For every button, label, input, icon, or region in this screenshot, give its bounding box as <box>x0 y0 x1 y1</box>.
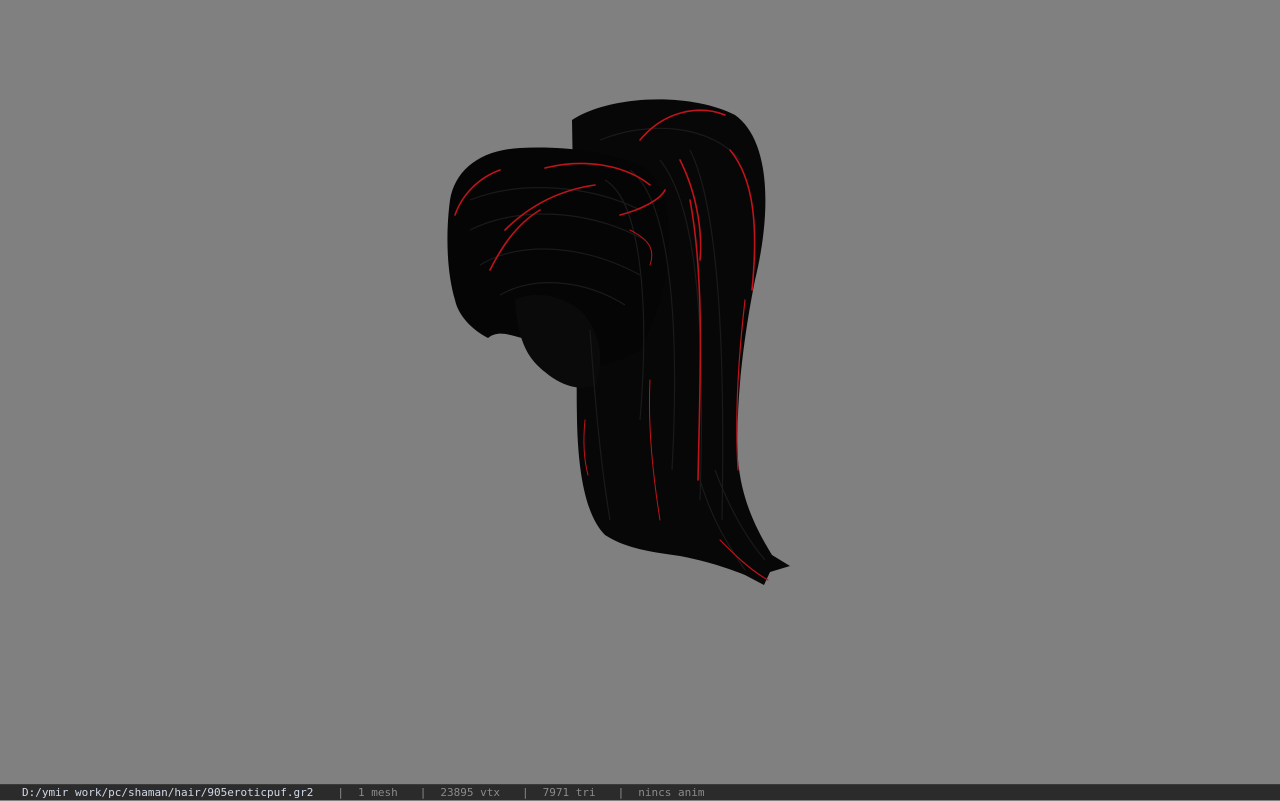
status-vertex-count: 23895 vtx <box>440 785 501 799</box>
status-file-path: D:/ymir work/pc/shaman/hair/905eroticpuf… <box>22 785 314 799</box>
status-animation: nincs anim <box>638 785 705 799</box>
status-separator: | <box>337 785 345 799</box>
hair-model <box>447 99 790 585</box>
status-triangle-count: 7971 tri <box>542 785 596 799</box>
status-separator: | <box>617 785 625 799</box>
hair-model-render <box>447 99 790 585</box>
3d-viewport[interactable] <box>0 0 1280 784</box>
status-bar: D:/ymir work/pc/shaman/hair/905eroticpuf… <box>0 784 1280 800</box>
status-separator: | <box>419 785 427 799</box>
status-separator: | <box>522 785 529 799</box>
status-mesh-count: 1 mesh <box>358 785 398 799</box>
